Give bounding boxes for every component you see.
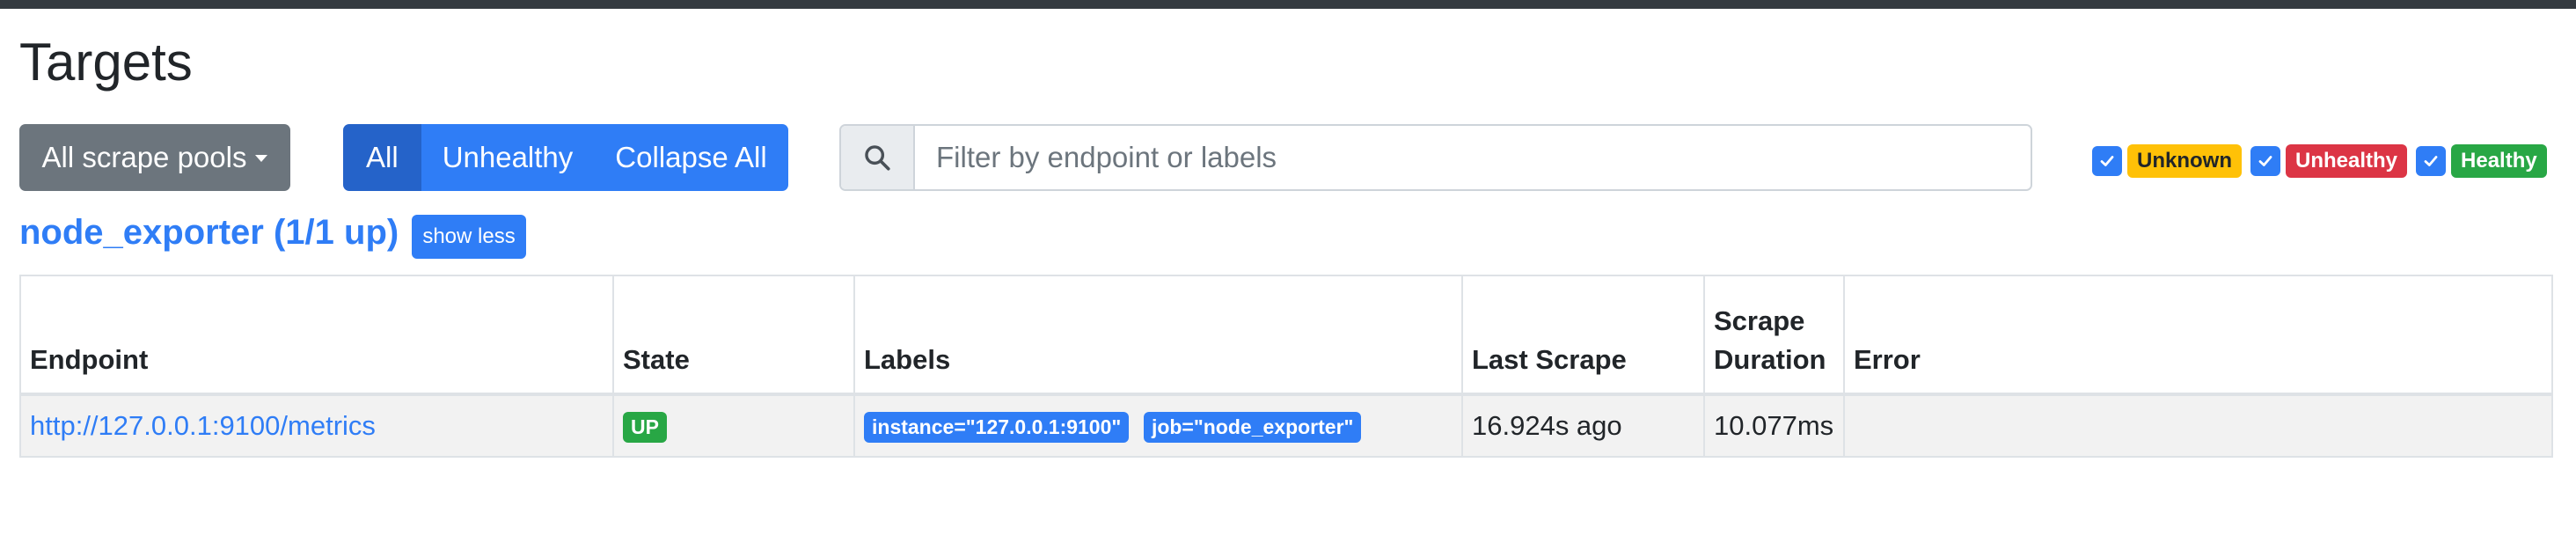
labels-cell: instance="127.0.0.1:9100" job="node_expo… — [853, 393, 1463, 458]
targets-table: Endpoint State Labels Last Scrape Scrape… — [19, 275, 2553, 458]
error-cell — [1843, 393, 2553, 458]
table-header-row: Endpoint State Labels Last Scrape Scrape… — [19, 275, 2553, 395]
filter-button-group: All Unhealthy Collapse All — [343, 124, 788, 191]
scrape-pool-title[interactable]: node_exporter (1/1 up) — [19, 213, 399, 253]
endpoint-link[interactable]: http://127.0.0.1:9100/metrics — [30, 410, 376, 441]
table-row: http://127.0.0.1:9100/metrics UP instanc… — [19, 393, 2553, 458]
all-button[interactable]: All — [343, 124, 421, 191]
last-scrape-cell: 16.924s ago — [1461, 393, 1705, 458]
column-header-scrape-duration: Scrape Duration — [1703, 275, 1845, 395]
search-input[interactable] — [915, 126, 2031, 189]
state-badge: UP — [623, 412, 667, 443]
unhealthy-button[interactable]: Unhealthy — [421, 124, 595, 191]
state-cell: UP — [612, 393, 855, 458]
column-header-error: Error — [1843, 275, 2553, 395]
unhealthy-checkbox[interactable] — [2250, 146, 2280, 176]
health-filter-checkboxes: Unknown Unhealthy Healthy — [2092, 144, 2556, 178]
unknown-checkbox[interactable] — [2092, 146, 2122, 176]
unhealthy-badge: Unhealthy — [2286, 144, 2408, 178]
caret-down-icon — [255, 155, 268, 162]
top-navbar — [0, 0, 2576, 9]
healthy-badge: Healthy — [2451, 144, 2547, 178]
search-box — [839, 124, 2032, 191]
page-title: Targets — [19, 33, 193, 92]
label-badge-instance: instance="127.0.0.1:9100" — [864, 412, 1130, 443]
column-header-labels: Labels — [853, 275, 1463, 395]
endpoint-cell: http://127.0.0.1:9100/metrics — [19, 393, 614, 458]
show-less-button[interactable]: show less — [412, 215, 526, 259]
search-icon — [841, 126, 915, 189]
column-header-state: State — [612, 275, 855, 395]
label-badge-job: job="node_exporter" — [1143, 412, 1362, 443]
column-header-endpoint: Endpoint — [19, 275, 614, 395]
collapse-all-button[interactable]: Collapse All — [594, 124, 788, 191]
scrape-pools-dropdown[interactable]: All scrape pools — [19, 124, 290, 191]
unknown-badge: Unknown — [2127, 144, 2242, 178]
healthy-checkbox[interactable] — [2416, 146, 2447, 176]
column-header-last-scrape: Last Scrape — [1461, 275, 1705, 395]
scrape-pools-label: All scrape pools — [41, 141, 247, 173]
scrape-duration-cell: 10.077ms — [1703, 393, 1845, 458]
